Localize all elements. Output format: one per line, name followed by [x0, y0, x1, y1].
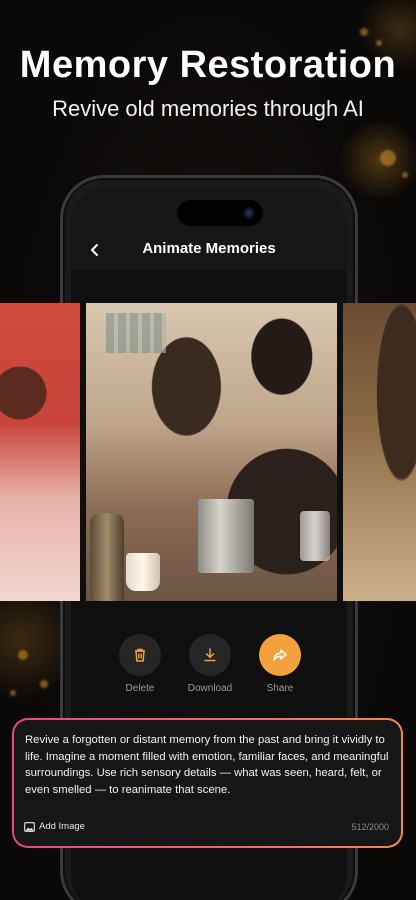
- bokeh-light: [380, 150, 396, 166]
- photo-detail: [90, 513, 124, 601]
- share-icon[interactable]: [259, 634, 301, 676]
- camera-icon: [243, 207, 255, 219]
- carousel-photo-previous[interactable]: [0, 303, 80, 601]
- photo-detail: [106, 313, 166, 353]
- delete-label: Delete: [125, 683, 155, 694]
- bokeh-light: [402, 172, 408, 178]
- add-image-label: Add Image: [39, 821, 85, 832]
- prompt-text[interactable]: Revive a forgotten or distant memory fro…: [25, 732, 390, 798]
- prompt-input[interactable]: Revive a forgotten or distant memory fro…: [14, 720, 401, 846]
- photo-detail: [300, 511, 330, 561]
- carousel-photo-next[interactable]: [343, 303, 416, 601]
- action-bar: Delete Download Share: [0, 634, 416, 694]
- image-icon: [24, 821, 35, 832]
- page-title: Memory Restoration: [19, 44, 397, 86]
- bokeh-light: [360, 28, 368, 36]
- share-label: Share: [266, 683, 294, 694]
- download-icon[interactable]: [189, 634, 231, 676]
- photo-detail: [126, 553, 160, 591]
- delete-button[interactable]: Delete: [100, 634, 180, 694]
- page-subtitle: Revive old memories through AI: [52, 96, 364, 121]
- prompt-card: Revive a forgotten or distant memory fro…: [12, 718, 403, 848]
- dynamic-island: [177, 200, 263, 226]
- screen-navbar: Animate Memories: [71, 230, 347, 270]
- download-button[interactable]: Download: [170, 634, 250, 694]
- download-label: Download: [187, 683, 233, 694]
- add-image-button[interactable]: Add Image: [24, 821, 85, 832]
- photo-detail: [198, 499, 254, 573]
- share-button[interactable]: Share: [240, 634, 320, 694]
- screen-title: Animate Memories: [142, 240, 276, 257]
- character-counter: 512/2000: [351, 822, 389, 832]
- trash-icon[interactable]: [119, 634, 161, 676]
- carousel-photo-current[interactable]: [86, 303, 337, 601]
